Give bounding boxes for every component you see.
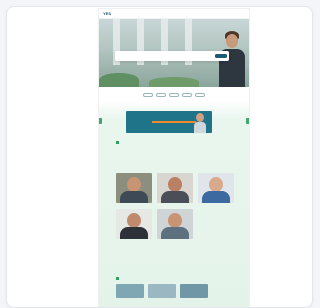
screenshot-card: YES — [6, 6, 313, 308]
bottom-image[interactable] — [116, 284, 144, 298]
person-photo — [116, 173, 152, 203]
category-pill[interactable] — [143, 93, 153, 97]
banner-person — [194, 113, 206, 133]
category-pill[interactable] — [195, 93, 205, 97]
category-pills — [99, 87, 249, 101]
person-card[interactable] — [116, 209, 152, 240]
category-pill[interactable] — [156, 93, 166, 97]
person-card[interactable] — [198, 173, 234, 204]
search-bar — [115, 51, 229, 61]
bottom-image[interactable] — [180, 284, 208, 298]
website-page: YES — [99, 9, 249, 307]
person-photo — [157, 209, 193, 239]
heading-marker-icon — [116, 141, 119, 144]
hero-plant — [99, 73, 139, 87]
bottom-image[interactable] — [148, 284, 176, 298]
hero-plant — [149, 77, 199, 87]
bottom-section — [116, 277, 236, 298]
bottom-image-strip — [116, 284, 236, 298]
carousel-prev-icon[interactable] — [99, 118, 102, 124]
people-grid — [116, 173, 234, 245]
content-section — [99, 101, 249, 307]
site-logo[interactable]: YES — [103, 11, 111, 16]
person-card[interactable] — [116, 173, 152, 204]
banner-text — [152, 121, 196, 123]
hero-image — [99, 19, 249, 87]
site-header: YES — [99, 9, 249, 19]
person-photo — [198, 173, 234, 203]
heading-marker-icon — [116, 277, 119, 280]
section-heading — [116, 141, 236, 147]
search-button[interactable] — [215, 54, 227, 58]
carousel-next-icon[interactable] — [246, 118, 249, 124]
category-pill[interactable] — [169, 93, 179, 97]
person-photo — [116, 209, 152, 239]
category-pill[interactable] — [182, 93, 192, 97]
promo-banner[interactable] — [126, 111, 212, 133]
person-card[interactable] — [157, 173, 193, 204]
person-card[interactable] — [157, 209, 193, 240]
person-photo — [157, 173, 193, 203]
